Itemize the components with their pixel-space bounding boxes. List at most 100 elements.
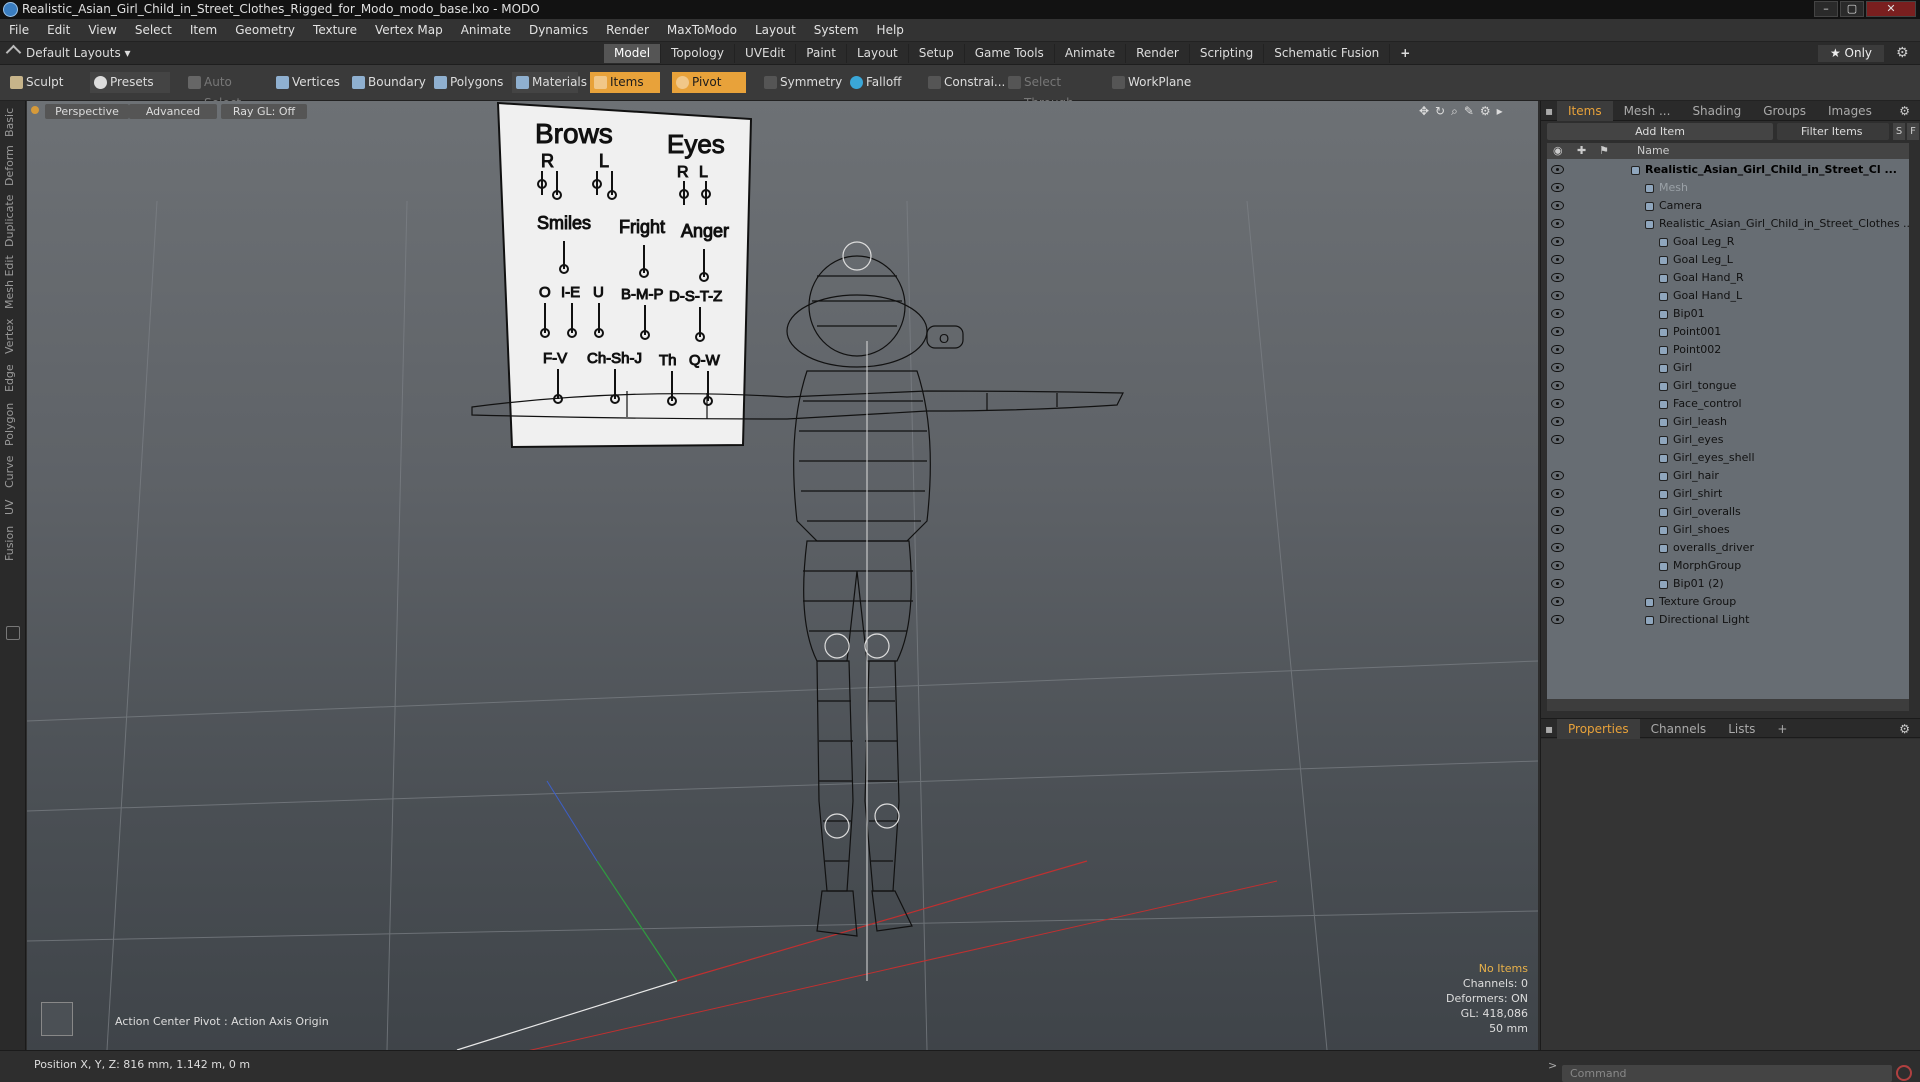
falloff-button[interactable]: Falloff <box>846 72 924 93</box>
tab-groups[interactable]: Groups <box>1752 101 1817 121</box>
menu-item[interactable]: Item <box>181 19 226 42</box>
select-through-button[interactable]: Select Through <box>1004 72 1108 110</box>
eye-icon[interactable] <box>1551 615 1564 624</box>
eye-icon[interactable] <box>1551 327 1564 336</box>
list-item[interactable]: Bip01 (2) <box>1547 575 1909 593</box>
menu-view[interactable]: View <box>79 19 125 42</box>
tab-layout[interactable]: Layout <box>847 44 909 63</box>
list-item[interactable]: Goal Hand_L <box>1547 287 1909 305</box>
menu-edit[interactable]: Edit <box>38 19 79 42</box>
eye-icon[interactable] <box>1551 525 1564 534</box>
filter-s-button[interactable]: S <box>1893 123 1905 140</box>
tab-lists[interactable]: Lists <box>1717 719 1766 739</box>
list-item[interactable]: Texture Group <box>1547 593 1909 611</box>
list-item[interactable]: overalls_driver <box>1547 539 1909 557</box>
list-item[interactable]: Point002 <box>1547 341 1909 359</box>
vertices-button[interactable]: Vertices <box>272 72 344 93</box>
eye-icon[interactable] <box>1551 435 1564 444</box>
eye-icon[interactable] <box>1551 363 1564 372</box>
list-item[interactable]: Girl_overalls <box>1547 503 1909 521</box>
eye-icon[interactable] <box>1551 579 1564 588</box>
eye-icon[interactable] <box>1551 507 1564 516</box>
constrain-button[interactable]: Constrai... <box>924 72 1006 93</box>
menu-maxtomodo[interactable]: MaxToModo <box>658 19 746 42</box>
menu-vertex-map[interactable]: Vertex Map <box>366 19 452 42</box>
menu-select[interactable]: Select <box>126 19 181 42</box>
list-item[interactable]: Girl_eyes <box>1547 431 1909 449</box>
menu-help[interactable]: Help <box>868 19 913 42</box>
tab-images[interactable]: Images <box>1817 101 1883 121</box>
panel-menu-icon[interactable]: ▪ <box>1541 101 1557 121</box>
list-item[interactable]: Camera <box>1547 197 1909 215</box>
items-button[interactable]: Items <box>590 72 660 93</box>
tab-mesh-edit[interactable]: Mesh Edit <box>3 253 23 311</box>
tab-scripting[interactable]: Scripting <box>1190 44 1265 63</box>
add-item-dropdown[interactable]: Add Item <box>1547 123 1773 140</box>
menu-file[interactable]: File <box>0 19 38 42</box>
tab-animate[interactable]: Animate <box>1055 44 1127 63</box>
tab-polygon[interactable]: Polygon <box>3 399 23 449</box>
eye-icon[interactable] <box>1551 309 1564 318</box>
eye-icon[interactable] <box>1551 291 1564 300</box>
presets-button[interactable]: Presets <box>90 72 170 93</box>
tab-properties[interactable]: Properties <box>1557 719 1640 739</box>
list-item[interactable]: Point001 <box>1547 323 1909 341</box>
tab-basic[interactable]: Basic <box>3 105 23 139</box>
menu-layout[interactable]: Layout <box>746 19 805 42</box>
sculpt-button[interactable]: Sculpt <box>6 72 86 93</box>
tab-channels[interactable]: Channels <box>1640 719 1718 739</box>
close-button[interactable]: ✕ <box>1866 1 1916 17</box>
name-column-header[interactable]: Name <box>1637 143 1669 159</box>
add-props-tab-button[interactable]: + <box>1766 719 1798 739</box>
tab-items[interactable]: Items <box>1557 101 1613 121</box>
tab-setup[interactable]: Setup <box>909 44 965 63</box>
eye-icon[interactable] <box>1551 489 1564 498</box>
materials-button[interactable]: Materials <box>512 72 587 93</box>
tab-shading[interactable]: Shading <box>1681 101 1752 121</box>
list-item[interactable]: Girl_hair <box>1547 467 1909 485</box>
visibility-column-icon[interactable]: ◉ <box>1553 143 1563 159</box>
tab-game-tools[interactable]: Game Tools <box>965 44 1055 63</box>
tab-uvedit[interactable]: UVEdit <box>735 44 797 63</box>
eye-icon[interactable] <box>1551 183 1564 192</box>
eye-icon[interactable] <box>1551 201 1564 210</box>
eye-icon[interactable] <box>1551 543 1564 552</box>
command-history-icon[interactable] <box>1896 1065 1912 1081</box>
tab-duplicate[interactable]: Duplicate <box>3 193 23 249</box>
tab-mesh[interactable]: Mesh ... <box>1613 101 1682 121</box>
tab-paint[interactable]: Paint <box>796 44 847 63</box>
symmetry-button[interactable]: Symmetry <box>760 72 860 93</box>
panel-gear-icon[interactable]: ⚙ <box>1888 101 1920 121</box>
filter-f-button[interactable]: F <box>1907 123 1919 140</box>
render-column-icon[interactable]: ⚑ <box>1599 143 1609 159</box>
collapse-icon[interactable] <box>5 44 22 61</box>
props-menu-icon[interactable]: ▪ <box>1541 719 1557 739</box>
eye-icon[interactable] <box>1551 399 1564 408</box>
tab-topology[interactable]: Topology <box>661 44 736 63</box>
list-item[interactable]: Mesh <box>1547 179 1909 197</box>
pivot-button[interactable]: Pivot <box>672 72 746 93</box>
tab-schematic-fusion[interactable]: Schematic Fusion <box>1264 44 1391 63</box>
eye-icon[interactable] <box>1551 417 1564 426</box>
list-item[interactable]: Girl_shoes <box>1547 521 1909 539</box>
lock-column-icon[interactable]: ✚ <box>1577 143 1586 159</box>
workplane-button[interactable]: WorkPlane <box>1108 72 1192 93</box>
item-list[interactable]: Realistic_Asian_Girl_Child_in_Street_Cl … <box>1547 159 1909 699</box>
list-item[interactable]: Girl_leash <box>1547 413 1909 431</box>
eye-icon[interactable] <box>1551 381 1564 390</box>
tab-uv[interactable]: UV <box>3 495 23 519</box>
tab-vertex[interactable]: Vertex <box>3 315 23 357</box>
polygons-button[interactable]: Polygons <box>430 72 512 93</box>
menu-geometry[interactable]: Geometry <box>226 19 304 42</box>
gear-icon[interactable]: ⚙ <box>1896 45 1912 61</box>
list-item[interactable]: Goal Leg_L <box>1547 251 1909 269</box>
eye-icon[interactable] <box>1551 561 1564 570</box>
eye-icon[interactable] <box>1551 345 1564 354</box>
boundary-button[interactable]: Boundary <box>348 72 430 93</box>
list-item[interactable]: Girl_tongue <box>1547 377 1909 395</box>
props-gear-icon[interactable]: ⚙ <box>1888 719 1920 739</box>
tab-edge[interactable]: Edge <box>3 361 23 395</box>
eye-icon[interactable] <box>1551 471 1564 480</box>
tab-fusion[interactable]: Fusion <box>3 523 23 563</box>
tab-curve[interactable]: Curve <box>3 453 23 491</box>
